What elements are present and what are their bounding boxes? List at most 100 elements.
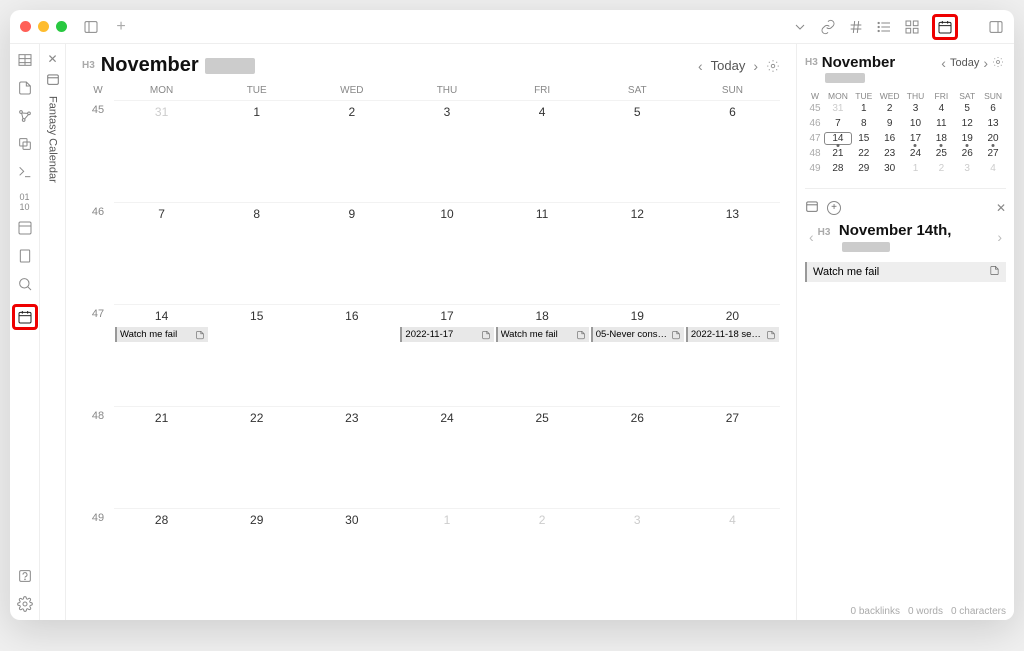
mini-day-cell[interactable]: 2 — [877, 103, 903, 114]
mini-day-cell[interactable]: 5 — [954, 103, 980, 114]
day-cell[interactable]: 14Watch me fail — [114, 304, 209, 406]
mini-day-cell[interactable]: 2 — [928, 163, 954, 174]
day-cell[interactable]: 15 — [209, 304, 304, 406]
sidebar-toggle-icon[interactable] — [83, 19, 99, 35]
mini-prev-button[interactable]: ‹ — [941, 55, 946, 71]
graph-icon[interactable] — [17, 108, 33, 124]
day-cell[interactable]: 4 — [685, 508, 780, 610]
note-icon[interactable] — [17, 80, 33, 96]
day-cell[interactable]: 30 — [304, 508, 399, 610]
table-icon[interactable] — [17, 52, 33, 68]
day-cell[interactable]: 27 — [685, 406, 780, 508]
mini-next-button[interactable]: › — [983, 55, 988, 71]
day-cell[interactable]: 21 — [114, 406, 209, 508]
day-cell[interactable]: 6 — [685, 100, 780, 202]
calendar-ribbon-icon[interactable] — [17, 309, 33, 325]
detail-prev-button[interactable]: ‹ — [805, 229, 818, 245]
day-cell[interactable]: 26 — [590, 406, 685, 508]
calendar-event[interactable]: 2022-11-17 — [400, 327, 493, 342]
mini-day-cell[interactable]: 1 — [903, 163, 929, 174]
day-cell[interactable]: 23 — [304, 406, 399, 508]
search-icon[interactable] — [17, 276, 33, 292]
mini-day-cell[interactable]: 4 — [980, 163, 1006, 174]
day-cell[interactable]: 24 — [399, 406, 494, 508]
day-cell[interactable]: 8 — [209, 202, 304, 304]
day-cell[interactable]: 9 — [304, 202, 399, 304]
copy-icon[interactable] — [17, 136, 33, 152]
mini-day-cell[interactable]: 4 — [928, 103, 954, 114]
calendar-event[interactable]: Watch me fail — [496, 327, 589, 342]
mini-day-cell[interactable]: 1 — [851, 103, 877, 114]
terminal-icon[interactable] — [17, 164, 33, 180]
day-cell[interactable]: 202022-11-18 send email — [685, 304, 780, 406]
new-tab-icon[interactable]: + — [113, 19, 129, 35]
book-icon[interactable] — [17, 248, 33, 264]
list-icon[interactable] — [876, 19, 892, 35]
close-detail-button[interactable]: ✕ — [996, 201, 1006, 215]
link-icon[interactable] — [820, 19, 836, 35]
mini-day-cell[interactable]: 30 — [877, 163, 903, 174]
day-cell[interactable]: 18Watch me fail — [495, 304, 590, 406]
close-window[interactable] — [20, 21, 31, 32]
vertical-tab[interactable]: ✕ Fantasy Calendar — [40, 44, 66, 620]
mini-day-cell[interactable]: 8 — [851, 118, 877, 129]
mini-day-cell[interactable]: 3 — [903, 103, 929, 114]
detail-next-button[interactable]: › — [993, 229, 1006, 245]
day-cell[interactable]: 13 — [685, 202, 780, 304]
day-cell[interactable]: 29 — [209, 508, 304, 610]
settings-icon[interactable] — [17, 596, 33, 612]
day-cell[interactable]: 12 — [590, 202, 685, 304]
mini-day-cell[interactable]: 10 — [903, 118, 929, 129]
calendar-icon[interactable] — [937, 19, 953, 35]
mini-day-cell[interactable]: 19 — [954, 133, 980, 144]
mini-day-cell[interactable]: 15 — [851, 133, 877, 144]
day-cell[interactable]: 10 — [399, 202, 494, 304]
mini-day-cell[interactable]: 21 — [825, 148, 851, 159]
day-cell[interactable]: 1905-Never consume… — [590, 304, 685, 406]
binary-icon[interactable]: 0110 — [17, 192, 33, 208]
mini-day-cell[interactable]: 11 — [928, 118, 954, 129]
zoom-window[interactable] — [56, 21, 67, 32]
mini-day-cell[interactable]: 17 — [903, 133, 929, 144]
mini-day-cell[interactable]: 6 — [980, 103, 1006, 114]
calendar-settings-icon[interactable] — [766, 59, 780, 73]
mini-day-cell[interactable]: 14 — [825, 133, 851, 144]
today-button[interactable]: Today — [711, 58, 746, 73]
mini-day-cell[interactable]: 12 — [954, 118, 980, 129]
hash-icon[interactable] — [848, 19, 864, 35]
mini-day-cell[interactable]: 24 — [903, 148, 929, 159]
mini-day-cell[interactable]: 22 — [851, 148, 877, 159]
day-cell[interactable]: 4 — [495, 100, 590, 202]
grid-icon[interactable] — [904, 19, 920, 35]
day-cell[interactable]: 5 — [590, 100, 685, 202]
prev-month-button[interactable]: ‹ — [698, 58, 703, 74]
mini-day-cell[interactable]: 28 — [825, 163, 851, 174]
detail-calendar-icon[interactable] — [805, 199, 819, 216]
day-cell[interactable]: 3 — [590, 508, 685, 610]
mini-day-cell[interactable]: 31 — [825, 103, 851, 114]
day-cell[interactable]: 31 — [114, 100, 209, 202]
dropdown-icon[interactable] — [792, 19, 808, 35]
day-cell[interactable]: 1 — [399, 508, 494, 610]
day-cell[interactable]: 2 — [495, 508, 590, 610]
add-event-button[interactable]: + — [827, 201, 841, 215]
day-cell[interactable]: 28 — [114, 508, 209, 610]
minimize-window[interactable] — [38, 21, 49, 32]
day-cell[interactable]: 25 — [495, 406, 590, 508]
detail-event-item[interactable]: Watch me fail — [805, 262, 1006, 282]
mini-day-cell[interactable]: 3 — [954, 163, 980, 174]
day-cell[interactable]: 16 — [304, 304, 399, 406]
day-cell[interactable]: 2 — [304, 100, 399, 202]
mini-day-cell[interactable]: 29 — [851, 163, 877, 174]
mini-settings-icon[interactable] — [992, 56, 1006, 70]
right-sidebar-toggle-icon[interactable] — [988, 19, 1004, 35]
next-month-button[interactable]: › — [753, 58, 758, 74]
calendar-event[interactable]: 2022-11-18 send email — [686, 327, 779, 342]
mini-day-cell[interactable]: 23 — [877, 148, 903, 159]
calendar-event[interactable]: 05-Never consume… — [591, 327, 684, 342]
mini-day-cell[interactable]: 18 — [928, 133, 954, 144]
day-cell[interactable]: 3 — [399, 100, 494, 202]
mini-day-cell[interactable]: 25 — [928, 148, 954, 159]
mini-day-cell[interactable]: 27 — [980, 148, 1006, 159]
mini-day-cell[interactable]: 16 — [877, 133, 903, 144]
